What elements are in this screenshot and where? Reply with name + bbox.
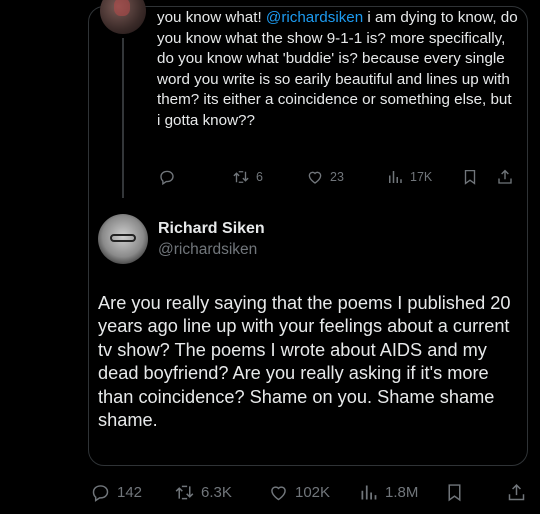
tweet-retweet-count: 6.3K: [201, 484, 232, 501]
reply-retweet-count: 6: [256, 170, 263, 184]
reply-bookmark-button[interactable]: [461, 168, 479, 186]
tweet-view-count: 1.8M: [385, 484, 419, 501]
tweet-like-button[interactable]: 102K: [268, 482, 330, 503]
retweet-icon: [233, 171, 249, 183]
thread-connector-line: [122, 38, 124, 198]
reply-icon: [160, 170, 174, 186]
author-name[interactable]: Richard Siken: [158, 220, 265, 238]
bookmark-icon: [464, 169, 476, 185]
reply-like-count: 23: [330, 170, 344, 184]
mention-link[interactable]: @richardsiken: [266, 9, 363, 26]
reply-view-count: 17K: [410, 170, 433, 184]
avatar-glasses: [110, 234, 136, 242]
reply-text: you know what! @richardsiken i am dying …: [157, 8, 519, 132]
like-icon: [308, 171, 322, 184]
share-icon: [498, 169, 512, 184]
reply-views-button[interactable]: 17K: [386, 168, 432, 186]
views-icon: [389, 171, 402, 183]
tweet-retweet-button[interactable]: 6.3K: [174, 482, 232, 503]
share-icon: [508, 484, 525, 501]
tweet-reply-count: 142: [117, 484, 143, 501]
bookmark-icon: [448, 484, 461, 502]
reply-share-button[interactable]: [496, 168, 514, 186]
tweet-views-button[interactable]: 1.8M: [358, 482, 418, 503]
tweet-share-button[interactable]: [506, 482, 527, 503]
tweet-text: Are you really saying that the poems I p…: [98, 293, 511, 431]
tweet-bookmark-button[interactable]: [444, 482, 465, 503]
views-icon: [361, 485, 377, 500]
retweet-icon: [175, 485, 194, 500]
reply-text-start: you know what!: [157, 9, 266, 26]
author-avatar[interactable]: [98, 214, 148, 264]
reply-action-bar: 6 23 17K: [156, 168, 518, 188]
reply-like-button[interactable]: 23: [306, 168, 344, 186]
reply-retweet-button[interactable]: 6: [232, 168, 263, 186]
reply-reply-button[interactable]: [158, 168, 176, 186]
tweet-like-count: 102K: [295, 484, 331, 501]
reply-icon: [92, 485, 109, 502]
reply-text-end: i am dying to know, do you know what the…: [157, 9, 518, 129]
tweet-reply-button[interactable]: 142: [90, 482, 142, 503]
like-icon: [271, 486, 286, 501]
author-handle[interactable]: @richardsiken: [158, 241, 257, 259]
tweet-action-bar: 142 6.3K 102K 1.8M: [88, 482, 528, 506]
